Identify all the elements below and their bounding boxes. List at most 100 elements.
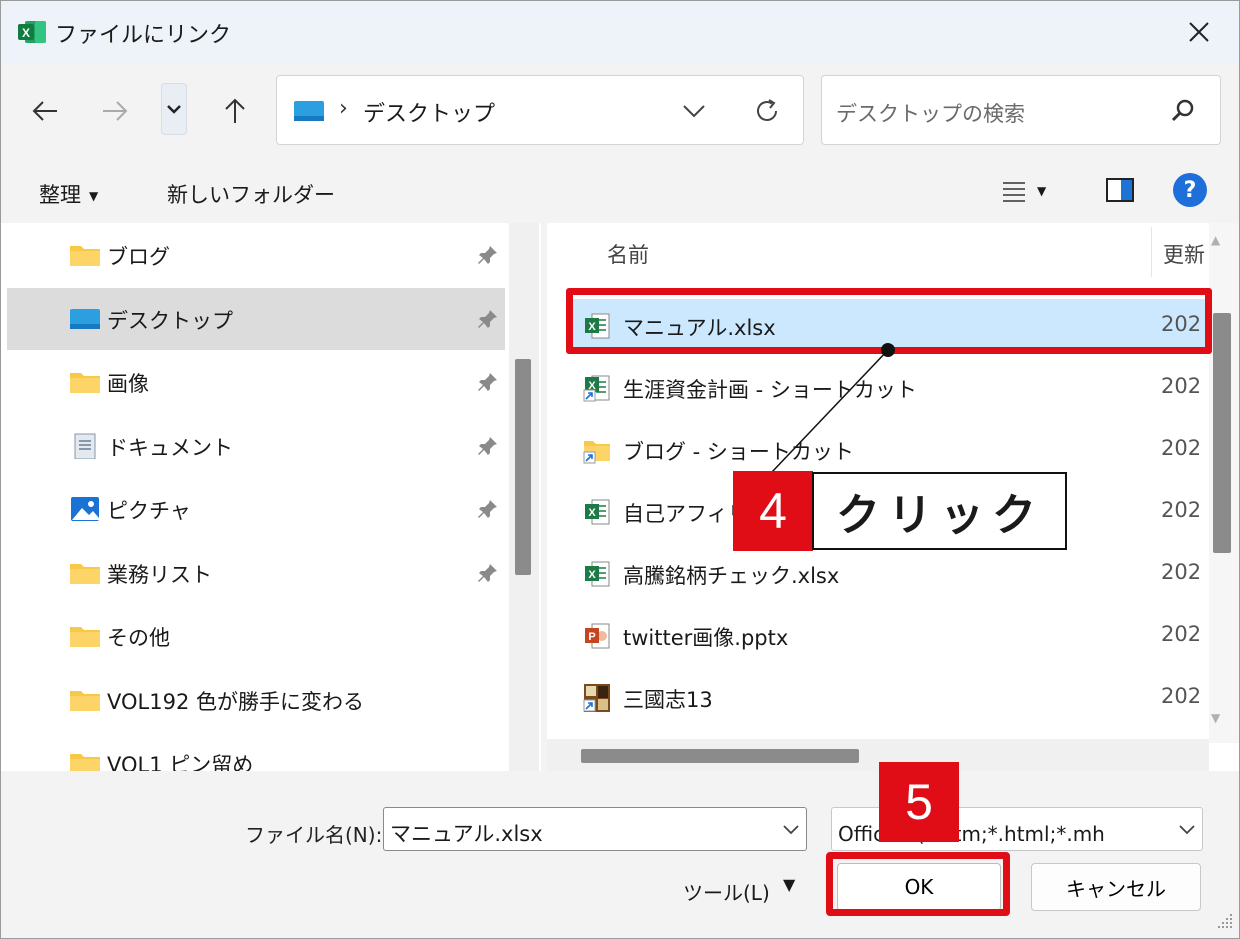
organize-label: 整理 — [39, 183, 81, 207]
column-header-name[interactable]: 名前 — [607, 239, 649, 269]
pin-icon[interactable] — [477, 498, 499, 520]
game-shortcut-icon — [583, 683, 611, 713]
sidebar-item-label: ブログ — [107, 245, 170, 269]
list-view-icon — [1003, 182, 1025, 202]
documents-icon — [69, 433, 101, 459]
close-icon — [1189, 22, 1209, 42]
sidebar-item[interactable]: VOL192 色が勝手に変わる — [7, 669, 505, 731]
folder-shortcut-icon — [583, 435, 611, 465]
pin-icon[interactable] — [477, 244, 499, 266]
sidebar-item-label: VOL192 色が勝手に変わる — [107, 689, 364, 714]
file-row[interactable]: X 高騰銘柄チェック.xlsx 202 — [571, 547, 1207, 601]
ok-button-highlight — [826, 852, 1010, 916]
step-5-badge: 5 — [879, 762, 959, 842]
sidebar-item[interactable]: VOL1 ピン留め — [7, 732, 505, 771]
sidebar-item-label: 業務リスト — [107, 562, 212, 587]
arrow-up-icon — [225, 98, 245, 123]
file-date: 202 — [1161, 622, 1202, 646]
svg-text:X: X — [588, 569, 596, 581]
sidebar-item[interactable]: ブログ — [7, 224, 505, 286]
breadcrumb-location[interactable]: デスクトップ — [363, 96, 495, 128]
cancel-button[interactable]: キャンセル — [1031, 863, 1201, 911]
folder-icon — [69, 623, 101, 649]
chevron-down-icon — [1179, 825, 1195, 835]
folder-icon — [69, 687, 101, 713]
file-name: 自己アフィリ — [623, 502, 749, 526]
arrow-left-icon — [32, 101, 57, 121]
pin-icon[interactable] — [477, 308, 499, 330]
up-button[interactable] — [215, 91, 255, 131]
search-input[interactable]: デスクトップの検索 — [821, 75, 1221, 145]
pin-icon[interactable] — [477, 562, 499, 584]
refresh-button[interactable] — [749, 94, 785, 128]
navigation-scrollbar-thumb[interactable] — [515, 359, 531, 575]
pin-icon[interactable] — [477, 371, 499, 393]
forward-button[interactable] — [95, 91, 135, 131]
filename-value: マニュアル.xlsx — [390, 822, 543, 846]
file-row[interactable]: 三國志13 202 — [571, 671, 1207, 725]
sidebar-item[interactable]: その他 — [7, 605, 505, 667]
caret-down-icon[interactable]: ▼ — [783, 875, 795, 894]
sidebar-item-label: デスクトップ — [107, 308, 233, 333]
address-history-button[interactable] — [677, 96, 711, 126]
step-4-badge: 4 — [733, 471, 813, 551]
folder-icon — [69, 750, 101, 771]
filename-input[interactable]: マニュアル.xlsx — [383, 807, 807, 851]
new-folder-button[interactable]: 新しいフォルダー — [167, 179, 335, 209]
file-row[interactable]: X 生涯資金計画 - ショートカット 202 — [571, 361, 1207, 415]
file-date: 202 — [1161, 436, 1202, 460]
file-list-hscroll-thumb[interactable] — [581, 749, 859, 763]
file-name: 高騰銘柄チェック.xlsx — [623, 564, 840, 588]
sidebar-item[interactable]: デスクトップ — [7, 287, 505, 350]
caret-down-icon: ▼ — [1037, 184, 1047, 198]
file-list-vscroll-thumb[interactable] — [1213, 313, 1231, 553]
folder-icon — [69, 560, 101, 586]
recent-locations-button[interactable] — [161, 83, 187, 135]
organize-menu-button[interactable]: 整理 ▼ — [39, 179, 98, 209]
tools-menu-button[interactable]: ツール(L) — [683, 877, 770, 906]
back-button[interactable] — [25, 91, 65, 131]
file-date: 202 — [1161, 684, 1202, 708]
sidebar-item[interactable]: 業務リスト — [7, 542, 505, 604]
file-row[interactable]: ブログ - ショートカット 202 — [571, 423, 1207, 477]
view-options-button[interactable]: ▼ — [1001, 173, 1071, 209]
sidebar-item-label: VOL1 ピン留め — [107, 753, 254, 771]
title-bar: X ファイルにリンク — [1, 1, 1239, 63]
close-button[interactable] — [1171, 9, 1227, 55]
excel-app-icon: X — [18, 21, 46, 43]
excel-file-icon: X — [583, 497, 611, 527]
powerpoint-file-icon: P — [583, 621, 611, 651]
chevron-down-icon[interactable] — [780, 816, 802, 842]
column-header-date[interactable]: 更新 — [1163, 239, 1205, 269]
sidebar-item-label: ドキュメント — [107, 435, 233, 460]
command-toolbar: 整理 ▼ 新しいフォルダー ▼ ? — [1, 159, 1239, 223]
chevron-down-icon — [683, 105, 705, 118]
help-button[interactable]: ? — [1173, 173, 1207, 207]
preview-pane-icon[interactable] — [1105, 175, 1135, 205]
scroll-up-icon[interactable]: ▲ — [1211, 233, 1220, 247]
sidebar-item-label: ピクチャ — [107, 499, 191, 523]
filename-label: ファイル名(N): — [245, 823, 383, 847]
folder-icon — [69, 242, 101, 268]
selected-file-highlight — [566, 288, 1212, 354]
address-bar[interactable]: › デスクトップ — [276, 75, 804, 145]
file-date: 202 — [1161, 374, 1202, 398]
sidebar-item-label: その他 — [107, 626, 170, 650]
resize-grip-icon[interactable] — [1215, 911, 1235, 931]
search-icon[interactable] — [1168, 96, 1198, 126]
file-name: 生涯資金計画 - ショートカット — [623, 378, 917, 402]
breadcrumb-separator: › — [339, 96, 348, 121]
column-divider[interactable] — [1151, 227, 1152, 277]
dialog-footer: ファイル名(N): マニュアル.xlsx Offic ル (*.htm;*.ht… — [1, 771, 1239, 938]
folder-icon — [69, 369, 101, 395]
file-row[interactable]: Ptwitter画像.pptx 202 — [571, 609, 1207, 663]
sidebar-item[interactable]: ドキュメント — [7, 415, 505, 477]
sidebar-item[interactable]: 画像 — [7, 351, 505, 413]
chevron-down-icon — [167, 105, 181, 114]
pin-icon[interactable] — [477, 435, 499, 457]
desktop-folder-icon — [294, 101, 324, 121]
navigation-pane: ブログデスクトップ 画像ドキュメント ピクチャ業務リストその他 VOL192 色が勝手… — [1, 223, 541, 771]
scroll-down-icon[interactable]: ▼ — [1211, 711, 1220, 725]
sidebar-item-label: 画像 — [107, 372, 149, 396]
sidebar-item[interactable]: ピクチャ — [7, 478, 505, 540]
